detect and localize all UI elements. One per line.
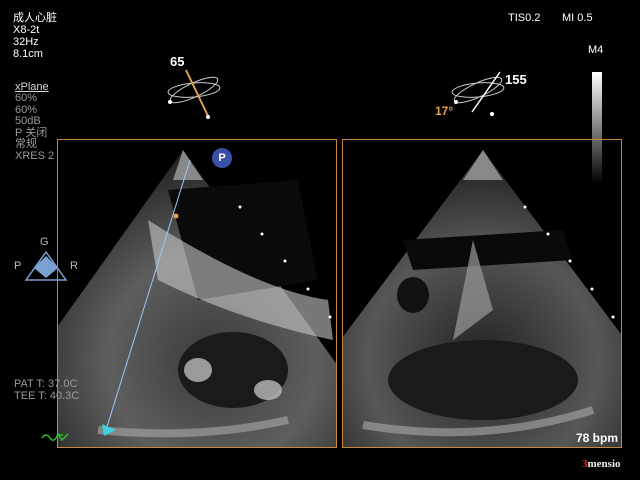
ecg-icon — [41, 432, 69, 442]
patient-temperature: PAT T: 37.0C — [14, 378, 78, 390]
watermark-text: mensio — [587, 458, 621, 470]
brand-watermark: 3mensio — [582, 458, 621, 470]
heart-rate: 78 bpm — [576, 431, 619, 445]
temperatures: PAT T: 37.0C TEE T: 40.3C — [14, 378, 79, 402]
probe-marker-badge[interactable]: P — [212, 148, 232, 168]
depth-markers — [238, 205, 615, 319]
tee-temperature: TEE T: 40.3C — [14, 390, 80, 402]
